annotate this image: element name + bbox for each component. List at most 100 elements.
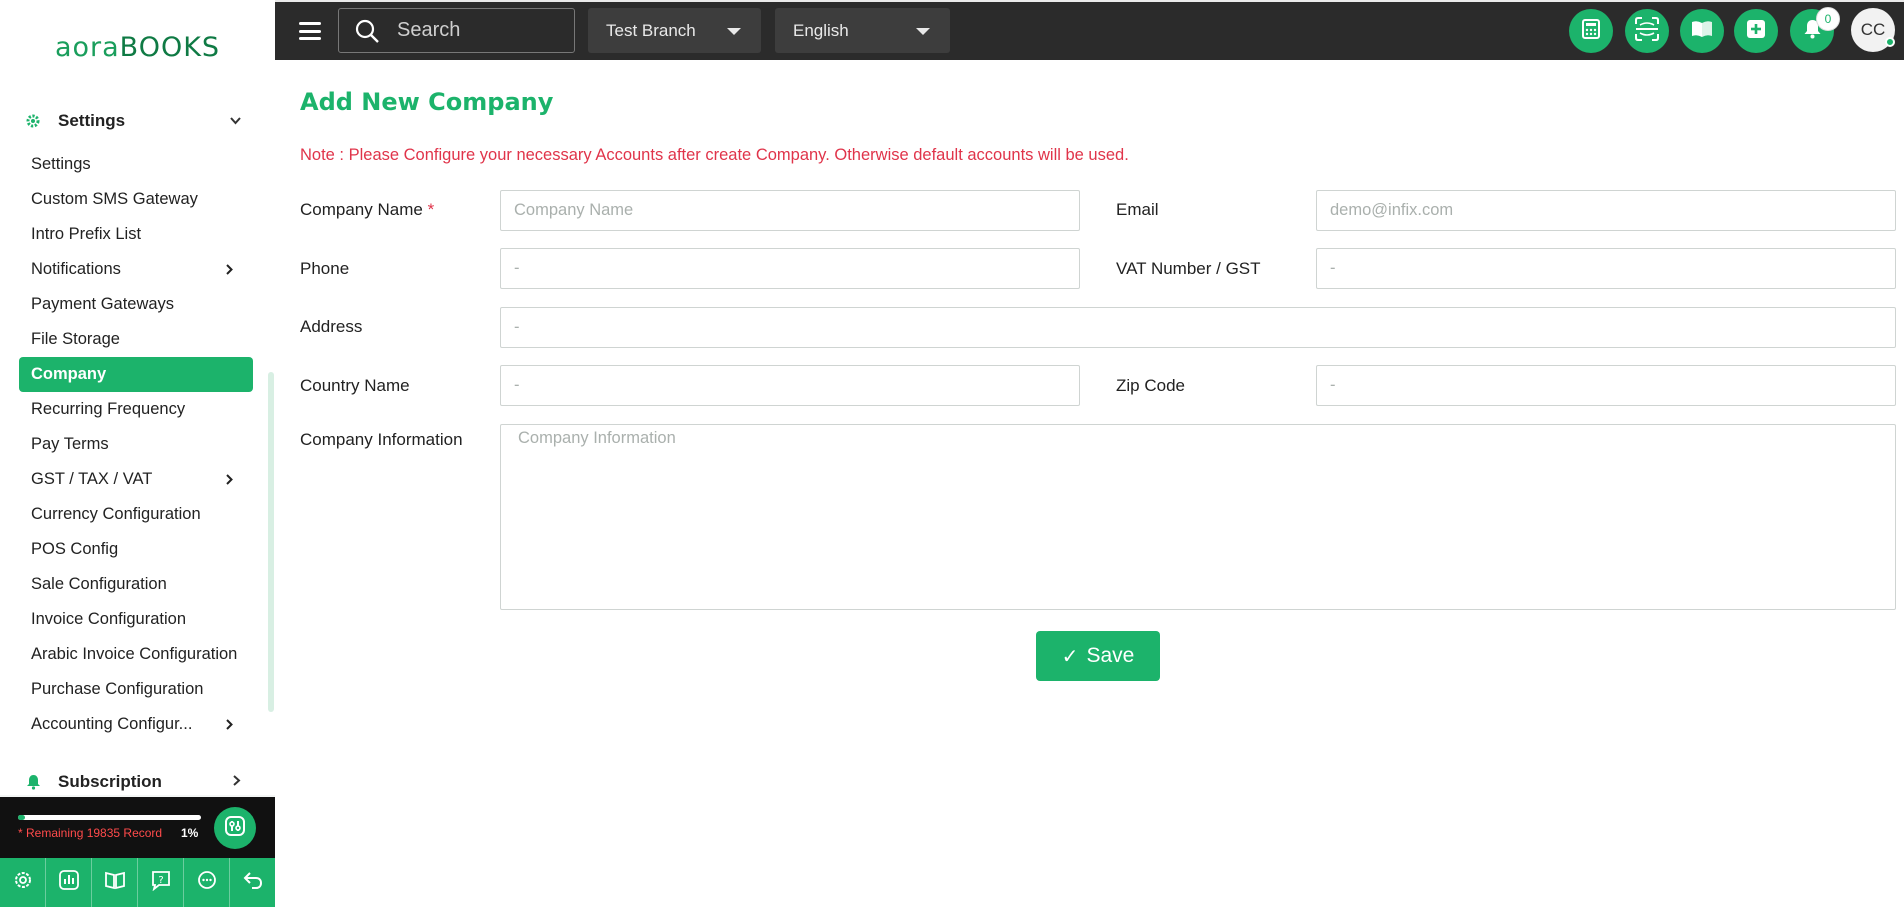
search-box[interactable] — [338, 8, 575, 53]
sidebar-item-label: Arabic Invoice Configuration — [31, 645, 238, 663]
notification-count-badge: 0 — [1816, 7, 1840, 31]
sidebar: aoraBOOKS Settings Settings Custom SMS Ga… — [0, 0, 275, 907]
save-button-label: Save — [1086, 644, 1135, 667]
sidebar-item-gst-tax-vat[interactable]: GST / TAX / VAT — [19, 462, 253, 497]
vat-label: VAT Number / GST — [1116, 259, 1261, 278]
address-label: Address — [300, 317, 363, 336]
sidebar-item-company[interactable]: Company — [19, 357, 253, 392]
language-select-value: English — [793, 20, 849, 40]
company-name-field[interactable] — [500, 190, 1080, 231]
sidebar-item-currency-configuration[interactable]: Currency Configuration — [19, 497, 253, 532]
sidebar-item-purchase-configuration[interactable]: Purchase Configuration — [19, 672, 253, 707]
sidebar-item-pos-config[interactable]: POS Config — [19, 532, 253, 567]
phone-field[interactable] — [500, 248, 1080, 289]
sidebar-item-label: Settings — [31, 155, 91, 173]
address-input[interactable] — [514, 318, 1895, 337]
logo[interactable]: aoraBOOKS — [55, 32, 220, 63]
sidebar-item-label: Pay Terms — [31, 435, 109, 453]
menu-toggle-button[interactable] — [299, 22, 321, 40]
chevron-down-icon — [230, 114, 241, 128]
svg-text:?: ? — [158, 875, 163, 886]
language-select[interactable]: English — [775, 8, 950, 53]
caret-down-icon — [916, 28, 930, 35]
sidebar-item-sale-configuration[interactable]: Sale Configuration — [19, 567, 253, 602]
chevron-right-icon — [226, 472, 233, 488]
required-mark: * — [427, 200, 435, 219]
zip-field[interactable] — [1316, 365, 1896, 406]
sidebar-item-payment-gateways[interactable]: Payment Gateways — [19, 287, 253, 322]
sidebar-menu: Settings Settings Custom SMS Gateway Intro… — [0, 95, 275, 795]
back-icon — [242, 869, 264, 896]
chevron-right-icon — [226, 262, 233, 278]
phone-input[interactable] — [514, 259, 1079, 278]
quota-progress-fill — [18, 815, 26, 820]
sidebar-item-arabic-invoice-configuration[interactable]: Arabic Invoice Configuration — [19, 637, 253, 672]
address-field[interactable] — [500, 307, 1896, 348]
sidebar-item-label: Recurring Frequency — [31, 400, 186, 418]
sidebar-item-pay-terms[interactable]: Pay Terms — [19, 427, 253, 462]
bottom-settings-button[interactable] — [0, 858, 46, 907]
online-status-dot — [1885, 37, 1895, 47]
company-name-input[interactable] — [514, 201, 1079, 220]
branch-select[interactable]: Test Branch — [588, 8, 761, 53]
upgrade-button[interactable] — [214, 807, 256, 849]
company-info-textarea[interactable] — [518, 429, 1895, 599]
sidebar-item-label: Sale Configuration — [31, 575, 167, 593]
quota-percent: 1% — [181, 826, 199, 840]
sidebar-item-label: Notifications — [31, 260, 121, 278]
sidebar-item-custom-sms-gateway[interactable]: Custom SMS Gateway — [19, 182, 253, 217]
bottom-back-button[interactable] — [230, 858, 275, 907]
form-note: Note : Please Configure your necessary A… — [300, 146, 1129, 164]
country-input[interactable] — [514, 376, 1079, 395]
settings-icon — [12, 869, 34, 896]
sidebar-item-label: Custom SMS Gateway — [31, 190, 198, 208]
email-input[interactable] — [1330, 201, 1895, 220]
sidebar-items: Settings Custom SMS Gateway Intro Prefix L… — [0, 147, 275, 742]
sidebar-item-label: POS Config — [31, 540, 119, 558]
bell-icon — [24, 773, 42, 791]
sidebar-item-notifications[interactable]: Notifications — [19, 252, 253, 287]
country-field[interactable] — [500, 365, 1080, 406]
calculator-button[interactable] — [1569, 9, 1613, 53]
email-field[interactable] — [1316, 190, 1896, 231]
sidebar-section-settings[interactable]: Settings — [0, 95, 275, 147]
vat-field[interactable] — [1316, 248, 1896, 289]
sidebar-scrollbar[interactable] — [268, 372, 274, 712]
sidebar-item-settings[interactable]: Settings — [19, 147, 253, 182]
company-name-label-text: Company Name — [300, 200, 423, 219]
quota-progress-bar — [18, 815, 201, 820]
sidebar-item-label: Purchase Configuration — [31, 680, 204, 698]
sidebar-item-intro-prefix-list[interactable]: Intro Prefix List — [19, 217, 253, 252]
search-icon — [353, 17, 381, 45]
logo-part1: aora — [54, 32, 120, 63]
bottom-book-button[interactable] — [92, 858, 138, 907]
user-avatar[interactable]: CC — [1851, 8, 1895, 52]
scan-icon — [1634, 16, 1660, 47]
page-title: Add New Company — [300, 88, 554, 116]
scan-button[interactable] — [1625, 9, 1669, 53]
zip-input[interactable] — [1330, 376, 1895, 395]
sidebar-item-accounting-configur[interactable]: Accounting Configur... — [19, 707, 253, 742]
save-button[interactable]: ✓ Save — [1036, 631, 1160, 681]
search-input[interactable] — [397, 19, 547, 42]
sidebar-bottom-toolbar: ? — [0, 858, 275, 907]
sliders-icon — [223, 814, 247, 843]
bottom-help-button[interactable]: ? — [138, 858, 184, 907]
company-info-field[interactable] — [500, 424, 1896, 610]
sidebar-item-recurring-frequency[interactable]: Recurring Frequency — [19, 392, 253, 427]
quick-add-button[interactable] — [1734, 9, 1778, 53]
bottom-report-button[interactable] — [46, 858, 92, 907]
sidebar-item-invoice-configuration[interactable]: Invoice Configuration — [19, 602, 253, 637]
guide-button[interactable] — [1680, 9, 1724, 53]
calculator-icon — [1582, 18, 1600, 44]
vat-input[interactable] — [1330, 259, 1895, 278]
phone-label: Phone — [300, 259, 350, 278]
chevron-right-icon — [226, 717, 233, 733]
sidebar-item-label: GST / TAX / VAT — [31, 470, 153, 488]
book-icon — [1691, 20, 1713, 43]
sidebar-item-file-storage[interactable]: File Storage — [19, 322, 253, 357]
main-content: Add New Company Note : Please Configure … — [275, 60, 1904, 907]
report-icon — [58, 869, 80, 896]
bottom-chat-button[interactable] — [184, 858, 230, 907]
sidebar-item-label: Payment Gateways — [31, 295, 175, 313]
